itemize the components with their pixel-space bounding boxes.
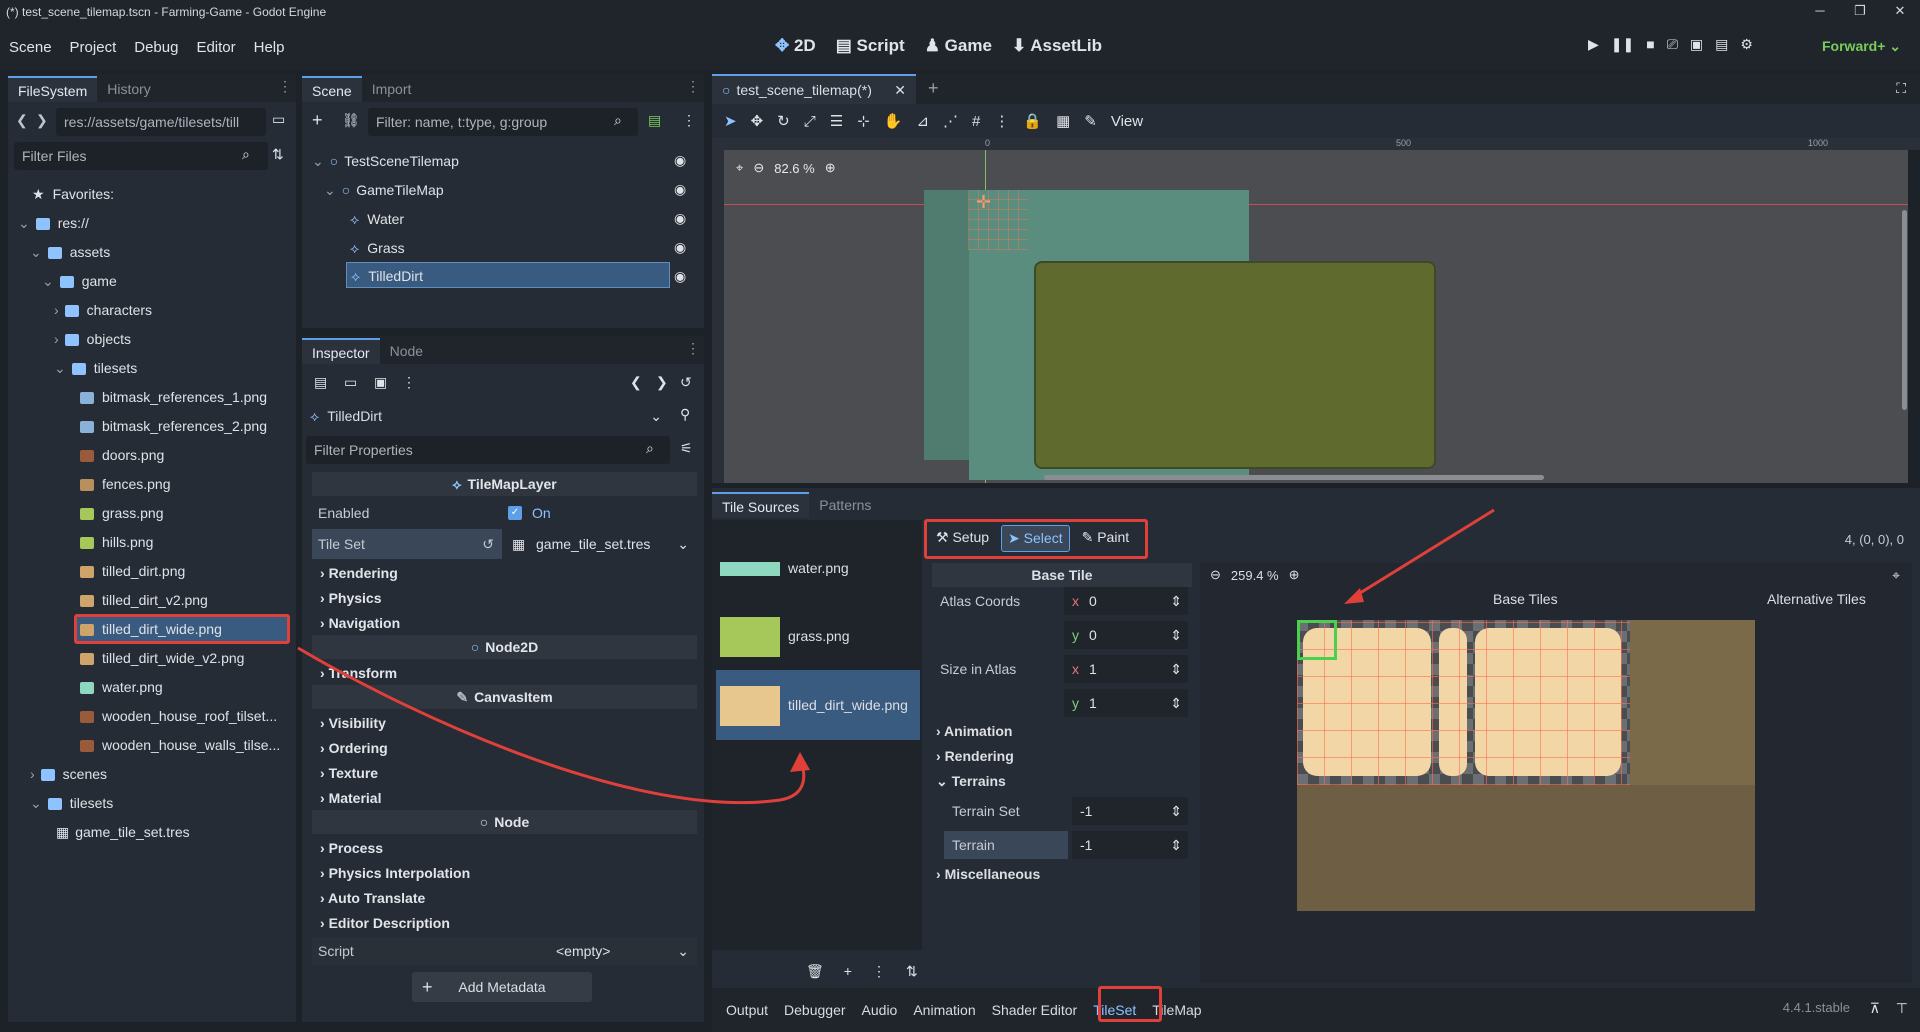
- arrowhead: [790, 752, 810, 772]
- arrowhead: [1344, 588, 1364, 604]
- pointer-arrow: [1351, 508, 1495, 600]
- annotation-arrows: [297, 508, 1495, 805]
- drag-arrow: [297, 646, 806, 805]
